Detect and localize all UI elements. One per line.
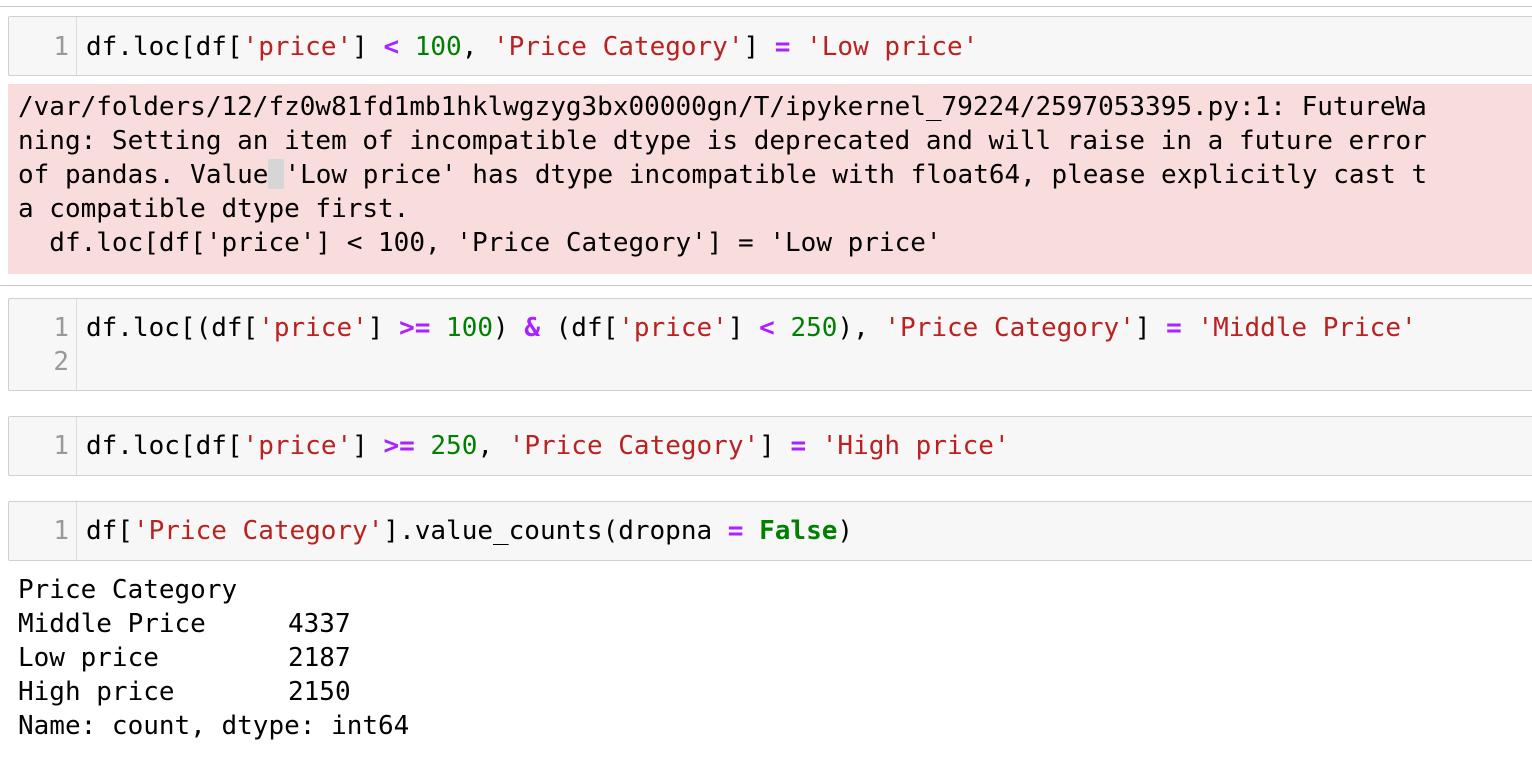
top-separator bbox=[0, 6, 1532, 7]
line-gutter: 1 bbox=[9, 417, 77, 475]
text-cursor bbox=[268, 159, 285, 189]
output-row: Middle Price 4337 bbox=[18, 607, 351, 641]
warning-line-3: of pandas. Value 'Low price' has dtype in… bbox=[18, 158, 1427, 192]
line-gutter: 1 bbox=[9, 502, 77, 560]
line-number: 1 bbox=[53, 313, 69, 343]
warning-text: 'Low price' has dtype incompatible with … bbox=[284, 160, 1428, 190]
code-text: (df[ bbox=[539, 313, 619, 343]
warning-line-1: /var/folders/12/fz0w81fd1mb1hklwgzyg3bx0… bbox=[18, 92, 1427, 122]
stderr-output: /var/folders/12/fz0w81fd1mb1hklwgzyg3bx0… bbox=[8, 84, 1532, 274]
string-literal: 'price' bbox=[618, 313, 728, 343]
output-row: High price 2150 bbox=[18, 675, 351, 709]
code-text: ] bbox=[367, 313, 400, 343]
string-literal: 'Low price' bbox=[806, 32, 979, 62]
string-literal: 'price' bbox=[258, 313, 368, 343]
line-number: 2 bbox=[53, 347, 69, 377]
operator: >= bbox=[399, 313, 431, 343]
code-text: df.loc[df[ bbox=[86, 32, 243, 62]
code-text: ] bbox=[352, 431, 384, 461]
string-literal: 'price' bbox=[242, 431, 353, 461]
code-text: ] bbox=[352, 32, 384, 62]
code-line[interactable]: df.loc[(df['price'] >= 100) & (df['price… bbox=[86, 311, 1417, 345]
row-label: Low price bbox=[18, 643, 159, 673]
line-number: 1 bbox=[53, 516, 69, 546]
warning-line-4: a compatible dtype first. bbox=[18, 194, 410, 224]
code-text: ] bbox=[759, 431, 791, 461]
code-cell-2[interactable]: 1 2 df.loc[(df['price'] >= 100) & (df['p… bbox=[8, 298, 1532, 391]
warning-line-5: df.loc[df['price'] < 100, 'Price Categor… bbox=[18, 228, 942, 258]
operator: < bbox=[383, 32, 400, 62]
number-literal: 100 bbox=[446, 313, 494, 343]
code-line[interactable]: df['Price Category'].value_counts(dropna… bbox=[86, 514, 853, 548]
operator: = bbox=[727, 516, 744, 546]
row-value: 2150 bbox=[288, 677, 351, 707]
string-literal: 'High price' bbox=[821, 431, 1010, 461]
code-text: ) bbox=[493, 313, 525, 343]
output-header: Price Category bbox=[18, 575, 238, 605]
warning-text: of pandas. Value bbox=[18, 160, 269, 190]
operator: < bbox=[759, 313, 775, 343]
line-number: 1 bbox=[53, 32, 69, 62]
warning-line-2: ning: Setting an item of incompatible dt… bbox=[18, 126, 1427, 156]
number-literal: 250 bbox=[790, 313, 838, 343]
number-literal: 100 bbox=[414, 32, 462, 62]
operator: >= bbox=[383, 431, 415, 461]
code-text: , bbox=[461, 32, 494, 62]
code-text: ] bbox=[743, 32, 775, 62]
code-cell-3[interactable]: 1 df.loc[df['price'] >= 250, 'Price Cate… bbox=[8, 416, 1532, 476]
line-gutter: 1 bbox=[9, 17, 77, 75]
row-label: Middle Price bbox=[18, 609, 206, 639]
line-number: 1 bbox=[53, 431, 69, 461]
code-text: ] bbox=[1134, 313, 1167, 343]
string-literal: 'Price Category' bbox=[493, 32, 744, 62]
row-label: High price bbox=[18, 677, 175, 707]
line-gutter: 1 2 bbox=[9, 299, 77, 390]
string-literal: 'Middle Price' bbox=[1197, 313, 1417, 343]
row-value: 4337 bbox=[288, 609, 351, 639]
code-text: ) bbox=[837, 516, 854, 546]
code-text: df.loc[(df[ bbox=[86, 313, 259, 343]
code-text: ].value_counts(dropna bbox=[383, 516, 728, 546]
code-text: ] bbox=[727, 313, 760, 343]
operator: = bbox=[1166, 313, 1182, 343]
keyword-literal: False bbox=[759, 516, 838, 546]
row-value: 2187 bbox=[288, 643, 351, 673]
code-text: , bbox=[477, 431, 509, 461]
code-line[interactable]: df.loc[df['price'] >= 250, 'Price Catego… bbox=[86, 429, 1010, 463]
string-literal: 'Price Category' bbox=[884, 313, 1135, 343]
code-cell-1[interactable]: 1 df.loc[df['price'] < 100, 'Price Categ… bbox=[8, 16, 1532, 76]
string-literal: 'Price Category' bbox=[132, 516, 384, 546]
code-text: ), bbox=[837, 313, 885, 343]
output-footer: Name: count, dtype: int64 bbox=[18, 711, 410, 741]
cell-separator bbox=[0, 285, 1532, 286]
number-literal: 250 bbox=[430, 431, 478, 461]
code-text: df.loc[df[ bbox=[86, 431, 243, 461]
operator: = bbox=[774, 32, 791, 62]
string-literal: 'price' bbox=[242, 32, 353, 62]
output-row: Low price 2187 bbox=[18, 641, 351, 675]
code-line[interactable]: df.loc[df['price'] < 100, 'Price Categor… bbox=[86, 30, 978, 64]
operator: & bbox=[524, 313, 540, 343]
code-text: df[ bbox=[86, 516, 133, 546]
string-literal: 'Price Category' bbox=[508, 431, 760, 461]
operator: = bbox=[790, 431, 807, 461]
code-cell-4[interactable]: 1 df['Price Category'].value_counts(drop… bbox=[8, 501, 1532, 561]
